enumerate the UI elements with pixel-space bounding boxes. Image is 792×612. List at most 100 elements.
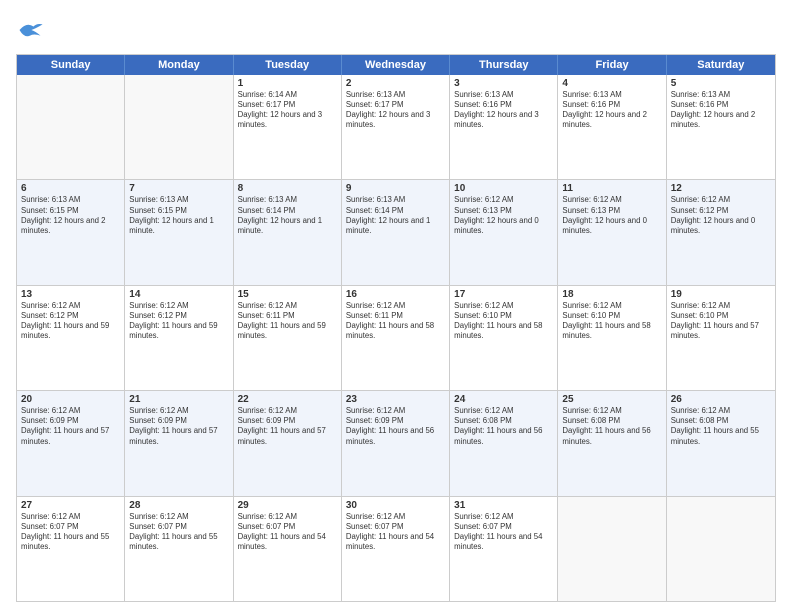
- day-number: 4: [562, 78, 661, 89]
- day-info: Sunrise: 6:13 AM Sunset: 6:15 PM Dayligh…: [21, 195, 120, 236]
- day-number: 17: [454, 289, 553, 300]
- day-info: Sunrise: 6:14 AM Sunset: 6:17 PM Dayligh…: [238, 90, 337, 131]
- day-number: 7: [129, 183, 228, 194]
- day-number: 25: [562, 394, 661, 405]
- day-info: Sunrise: 6:12 AM Sunset: 6:07 PM Dayligh…: [454, 512, 553, 553]
- day-number: 16: [346, 289, 445, 300]
- calendar-cell: 13Sunrise: 6:12 AM Sunset: 6:12 PM Dayli…: [17, 286, 125, 390]
- calendar-cell: [125, 75, 233, 179]
- day-number: 15: [238, 289, 337, 300]
- page: SundayMondayTuesdayWednesdayThursdayFrid…: [0, 0, 792, 612]
- day-number: 11: [562, 183, 661, 194]
- logo-icon: [16, 16, 44, 44]
- header-day-friday: Friday: [558, 55, 666, 75]
- calendar-cell: 28Sunrise: 6:12 AM Sunset: 6:07 PM Dayli…: [125, 497, 233, 601]
- calendar-cell: 16Sunrise: 6:12 AM Sunset: 6:11 PM Dayli…: [342, 286, 450, 390]
- day-number: 20: [21, 394, 120, 405]
- day-number: 5: [671, 78, 771, 89]
- calendar-cell: 3Sunrise: 6:13 AM Sunset: 6:16 PM Daylig…: [450, 75, 558, 179]
- day-info: Sunrise: 6:12 AM Sunset: 6:09 PM Dayligh…: [238, 406, 337, 447]
- day-number: 6: [21, 183, 120, 194]
- day-info: Sunrise: 6:12 AM Sunset: 6:12 PM Dayligh…: [129, 301, 228, 342]
- calendar-cell: 7Sunrise: 6:13 AM Sunset: 6:15 PM Daylig…: [125, 180, 233, 284]
- calendar-cell: 8Sunrise: 6:13 AM Sunset: 6:14 PM Daylig…: [234, 180, 342, 284]
- day-number: 30: [346, 500, 445, 511]
- calendar-header: SundayMondayTuesdayWednesdayThursdayFrid…: [17, 55, 775, 75]
- calendar-cell: 30Sunrise: 6:12 AM Sunset: 6:07 PM Dayli…: [342, 497, 450, 601]
- calendar-cell: 23Sunrise: 6:12 AM Sunset: 6:09 PM Dayli…: [342, 391, 450, 495]
- header-day-thursday: Thursday: [450, 55, 558, 75]
- day-info: Sunrise: 6:12 AM Sunset: 6:13 PM Dayligh…: [562, 195, 661, 236]
- calendar: SundayMondayTuesdayWednesdayThursdayFrid…: [16, 54, 776, 602]
- day-number: 8: [238, 183, 337, 194]
- day-info: Sunrise: 6:12 AM Sunset: 6:10 PM Dayligh…: [671, 301, 771, 342]
- calendar-cell: 15Sunrise: 6:12 AM Sunset: 6:11 PM Dayli…: [234, 286, 342, 390]
- calendar-cell: 6Sunrise: 6:13 AM Sunset: 6:15 PM Daylig…: [17, 180, 125, 284]
- day-info: Sunrise: 6:13 AM Sunset: 6:16 PM Dayligh…: [562, 90, 661, 131]
- logo: [16, 16, 48, 44]
- day-info: Sunrise: 6:13 AM Sunset: 6:17 PM Dayligh…: [346, 90, 445, 131]
- day-number: 1: [238, 78, 337, 89]
- calendar-row-1: 6Sunrise: 6:13 AM Sunset: 6:15 PM Daylig…: [17, 180, 775, 285]
- calendar-cell: 19Sunrise: 6:12 AM Sunset: 6:10 PM Dayli…: [667, 286, 775, 390]
- day-info: Sunrise: 6:12 AM Sunset: 6:09 PM Dayligh…: [129, 406, 228, 447]
- day-number: 13: [21, 289, 120, 300]
- day-number: 23: [346, 394, 445, 405]
- day-info: Sunrise: 6:12 AM Sunset: 6:08 PM Dayligh…: [562, 406, 661, 447]
- calendar-cell: 5Sunrise: 6:13 AM Sunset: 6:16 PM Daylig…: [667, 75, 775, 179]
- day-info: Sunrise: 6:12 AM Sunset: 6:10 PM Dayligh…: [562, 301, 661, 342]
- day-number: 29: [238, 500, 337, 511]
- calendar-cell: 12Sunrise: 6:12 AM Sunset: 6:12 PM Dayli…: [667, 180, 775, 284]
- header-day-sunday: Sunday: [17, 55, 125, 75]
- header: [16, 16, 776, 44]
- calendar-cell: 29Sunrise: 6:12 AM Sunset: 6:07 PM Dayli…: [234, 497, 342, 601]
- day-number: 24: [454, 394, 553, 405]
- day-number: 14: [129, 289, 228, 300]
- day-info: Sunrise: 6:12 AM Sunset: 6:11 PM Dayligh…: [346, 301, 445, 342]
- calendar-cell: 17Sunrise: 6:12 AM Sunset: 6:10 PM Dayli…: [450, 286, 558, 390]
- day-info: Sunrise: 6:12 AM Sunset: 6:07 PM Dayligh…: [129, 512, 228, 553]
- calendar-cell: 21Sunrise: 6:12 AM Sunset: 6:09 PM Dayli…: [125, 391, 233, 495]
- calendar-cell: 27Sunrise: 6:12 AM Sunset: 6:07 PM Dayli…: [17, 497, 125, 601]
- calendar-cell: 20Sunrise: 6:12 AM Sunset: 6:09 PM Dayli…: [17, 391, 125, 495]
- calendar-cell: [667, 497, 775, 601]
- calendar-cell: [558, 497, 666, 601]
- day-number: 27: [21, 500, 120, 511]
- day-number: 31: [454, 500, 553, 511]
- day-number: 9: [346, 183, 445, 194]
- day-info: Sunrise: 6:12 AM Sunset: 6:09 PM Dayligh…: [21, 406, 120, 447]
- calendar-cell: 31Sunrise: 6:12 AM Sunset: 6:07 PM Dayli…: [450, 497, 558, 601]
- day-number: 2: [346, 78, 445, 89]
- day-info: Sunrise: 6:12 AM Sunset: 6:11 PM Dayligh…: [238, 301, 337, 342]
- day-number: 22: [238, 394, 337, 405]
- day-info: Sunrise: 6:13 AM Sunset: 6:15 PM Dayligh…: [129, 195, 228, 236]
- day-info: Sunrise: 6:12 AM Sunset: 6:07 PM Dayligh…: [346, 512, 445, 553]
- day-info: Sunrise: 6:12 AM Sunset: 6:08 PM Dayligh…: [454, 406, 553, 447]
- day-info: Sunrise: 6:12 AM Sunset: 6:10 PM Dayligh…: [454, 301, 553, 342]
- calendar-row-4: 27Sunrise: 6:12 AM Sunset: 6:07 PM Dayli…: [17, 497, 775, 601]
- day-info: Sunrise: 6:12 AM Sunset: 6:12 PM Dayligh…: [671, 195, 771, 236]
- day-number: 10: [454, 183, 553, 194]
- header-day-tuesday: Tuesday: [234, 55, 342, 75]
- calendar-cell: 18Sunrise: 6:12 AM Sunset: 6:10 PM Dayli…: [558, 286, 666, 390]
- day-number: 28: [129, 500, 228, 511]
- day-number: 3: [454, 78, 553, 89]
- day-info: Sunrise: 6:12 AM Sunset: 6:13 PM Dayligh…: [454, 195, 553, 236]
- day-number: 18: [562, 289, 661, 300]
- calendar-cell: 10Sunrise: 6:12 AM Sunset: 6:13 PM Dayli…: [450, 180, 558, 284]
- day-info: Sunrise: 6:13 AM Sunset: 6:14 PM Dayligh…: [346, 195, 445, 236]
- calendar-cell: 2Sunrise: 6:13 AM Sunset: 6:17 PM Daylig…: [342, 75, 450, 179]
- day-number: 21: [129, 394, 228, 405]
- calendar-cell: 25Sunrise: 6:12 AM Sunset: 6:08 PM Dayli…: [558, 391, 666, 495]
- day-number: 12: [671, 183, 771, 194]
- calendar-cell: 24Sunrise: 6:12 AM Sunset: 6:08 PM Dayli…: [450, 391, 558, 495]
- header-day-monday: Monday: [125, 55, 233, 75]
- calendar-cell: 22Sunrise: 6:12 AM Sunset: 6:09 PM Dayli…: [234, 391, 342, 495]
- day-info: Sunrise: 6:12 AM Sunset: 6:07 PM Dayligh…: [21, 512, 120, 553]
- calendar-cell: [17, 75, 125, 179]
- day-info: Sunrise: 6:13 AM Sunset: 6:16 PM Dayligh…: [454, 90, 553, 131]
- calendar-cell: 1Sunrise: 6:14 AM Sunset: 6:17 PM Daylig…: [234, 75, 342, 179]
- day-number: 19: [671, 289, 771, 300]
- day-info: Sunrise: 6:12 AM Sunset: 6:07 PM Dayligh…: [238, 512, 337, 553]
- calendar-cell: 11Sunrise: 6:12 AM Sunset: 6:13 PM Dayli…: [558, 180, 666, 284]
